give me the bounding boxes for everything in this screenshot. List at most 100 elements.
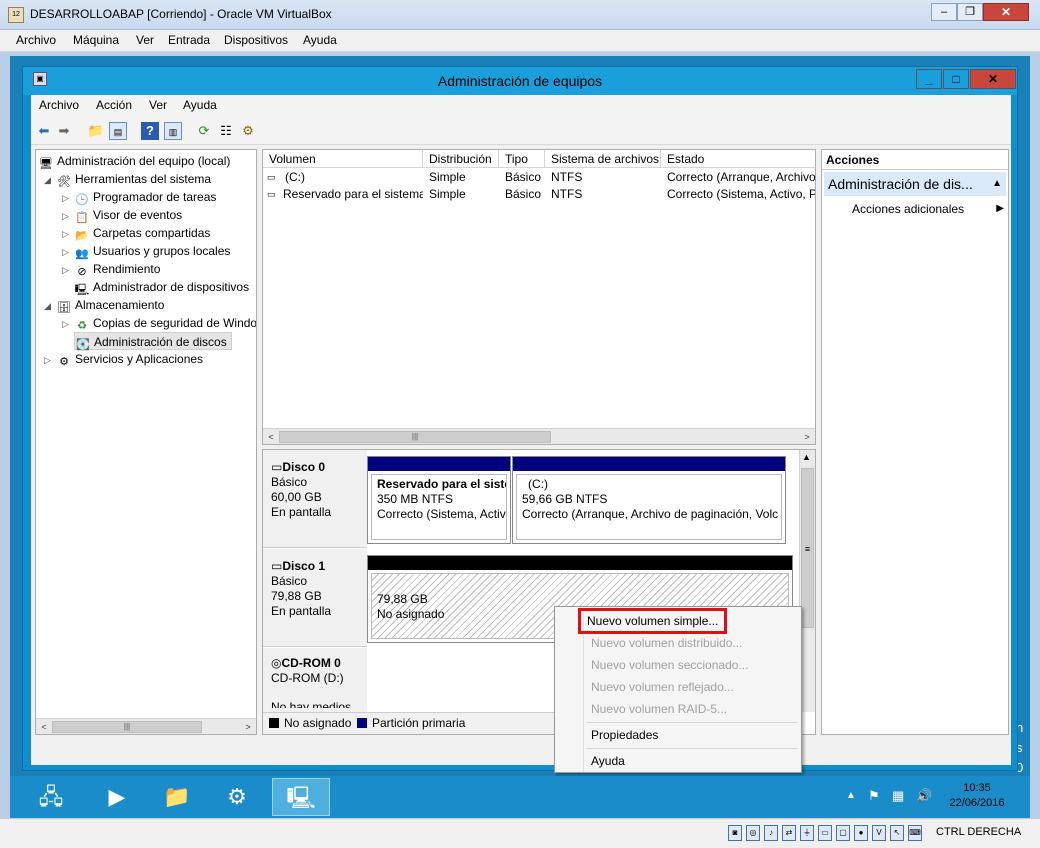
menu-item-new-spanned-volume[interactable]: Nuevo volumen distribuido... (591, 633, 742, 653)
back-arrow-icon[interactable]: ⬅ (35, 122, 53, 140)
volume-list-horizontal-scrollbar[interactable]: < ||| > (263, 428, 815, 444)
minimize-button[interactable]: ‒ (931, 3, 957, 21)
scroll-right-icon[interactable]: > (800, 430, 814, 444)
properties-icon[interactable]: ☷ (217, 122, 235, 140)
help-icon[interactable]: ? (141, 122, 159, 140)
vbox-menu-archivo[interactable]: Archivo (16, 33, 56, 47)
menu-item-new-mirrored-volume[interactable]: Nuevo volumen reflejado... (591, 677, 734, 697)
column-header-status[interactable]: Estado (661, 150, 815, 168)
tree-item-event-viewer[interactable]: ▷ 📋 Visor de eventos (62, 206, 182, 224)
hard-disk-status-icon[interactable]: ◙ (728, 825, 742, 841)
collapse-icon[interactable]: ◢ (44, 297, 56, 315)
scrollbar-thumb[interactable]: ||| (279, 431, 551, 443)
menu-item-properties[interactable]: Propiedades (591, 725, 658, 745)
tray-clock[interactable]: 10:35 22/06/2016 (942, 781, 1012, 811)
show-hide-tree-icon[interactable]: ▤ (109, 122, 127, 140)
scroll-up-icon[interactable]: ▲ (802, 452, 811, 462)
server-manager-icon[interactable]: 🖧 (22, 778, 80, 816)
scrollbar-thumb[interactable]: ||| (52, 721, 202, 733)
disk-0-label[interactable]: ▭Disco 0 Básico 60,00 GB En pantalla (263, 450, 367, 548)
collapse-icon[interactable]: ◢ (44, 171, 56, 189)
scroll-left-icon[interactable]: < (264, 430, 278, 444)
tree-item-performance[interactable]: ▷ ⊘ Rendimiento (62, 260, 160, 278)
menu-item-new-simple-volume[interactable]: Nuevo volumen simple... (577, 608, 728, 634)
tree-item-storage[interactable]: ◢ 🗄 Almacenamiento (44, 296, 164, 314)
cdrom-icon: ◎ (271, 656, 282, 670)
collapse-up-icon[interactable]: ▲ (992, 172, 1002, 196)
tree-item-backup[interactable]: ▷ ♻ Copias de seguridad de Windo (62, 314, 256, 333)
vbox-menu-entrada[interactable]: Entrada (168, 33, 210, 47)
column-header-volume[interactable]: Volumen (263, 150, 423, 168)
shared-folders-status-icon[interactable]: ▭ (818, 825, 832, 841)
network-status-icon[interactable]: ⇄ (782, 825, 796, 841)
menu-item-new-raid5-volume[interactable]: Nuevo volumen RAID-5... (591, 699, 727, 719)
partition-c-drive[interactable]: (C:) 59,66 GB NTFS Correcto (Arranque, A… (512, 456, 786, 544)
vbox-menu-dispositivos[interactable]: Dispositivos (224, 33, 288, 47)
app-menu-accion[interactable]: Acción (96, 98, 132, 112)
keyboard-status-icon[interactable]: ⌨ (908, 825, 922, 841)
tree-item-shared-folders[interactable]: ▷ 📂 Carpetas compartidas (62, 224, 210, 242)
menu-item-help[interactable]: Ayuda (591, 751, 625, 771)
tree-item-computer-management[interactable]: 🖥 Administración del equipo (local) (38, 152, 230, 170)
expand-icon[interactable]: ▷ (62, 243, 74, 261)
tray-expand-icon[interactable]: ▲ (846, 790, 856, 801)
column-header-type[interactable]: Tipo (499, 150, 545, 168)
actions-section-disk-management[interactable]: Administración de dis... ▲ (824, 172, 1006, 196)
up-folder-icon[interactable]: 📁 (87, 122, 105, 140)
vbox-menu-ayuda[interactable]: Ayuda (303, 33, 337, 47)
tree-item-system-tools[interactable]: ◢ 🛠 Herramientas del sistema (44, 170, 211, 188)
tray-flag-icon[interactable]: ⚑ (868, 788, 880, 804)
tree-item-device-manager[interactable]: 🖳 Administrador de dispositivos (74, 278, 249, 296)
expand-icon[interactable]: ▷ (44, 351, 56, 369)
app-close-button[interactable]: ✕ (970, 69, 1016, 89)
tray-volume-icon[interactable]: 🔊 (916, 788, 932, 804)
column-header-layout[interactable]: Distribución (423, 150, 499, 168)
optical-drive-status-icon[interactable]: ◎ (746, 825, 760, 841)
more-actions-item[interactable]: Acciones adicionales ▶ (852, 200, 1006, 218)
expand-icon[interactable]: ▷ (62, 261, 74, 279)
video-capture-status-icon[interactable]: ● (854, 825, 868, 841)
vbox-menu-maquina[interactable]: Máquina (73, 33, 119, 47)
expand-icon[interactable]: ▷ (62, 189, 74, 207)
virtualization-status-icon[interactable]: V (872, 825, 886, 841)
mouse-integration-status-icon[interactable]: ↖ (890, 825, 904, 841)
show-hide-action-pane-icon[interactable]: ▥ (164, 122, 182, 140)
partition-system-reserved[interactable]: Reservado para el sister 350 MB NTFS Cor… (367, 456, 511, 544)
powershell-icon[interactable]: ▶ (88, 778, 146, 816)
tray-network-icon[interactable]: ▦ (892, 788, 904, 804)
column-header-filesystem[interactable]: Sistema de archivos (545, 150, 661, 168)
app-menu-ayuda[interactable]: Ayuda (183, 98, 217, 112)
tree-item-users-groups[interactable]: ▷ 👥 Usuarios y grupos locales (62, 242, 230, 260)
forward-arrow-icon[interactable]: ➡ (55, 122, 73, 140)
app-toolbar: ⬅ ➡ 📁 ▤ ? ▥ ⟳ ☷ ⚙ (31, 117, 1011, 145)
control-panel-icon[interactable]: ⚙ (208, 778, 266, 816)
tree-horizontal-scrollbar[interactable]: < ||| > (36, 718, 256, 734)
scroll-right-icon[interactable]: > (241, 720, 255, 734)
file-explorer-icon[interactable]: 📁 (148, 778, 206, 816)
app-minimize-button[interactable]: _ (916, 69, 942, 89)
app-maximize-button[interactable]: □ (943, 69, 969, 89)
close-button[interactable]: ✕ (983, 3, 1029, 21)
computer-management-task-button[interactable]: 🖳 (272, 778, 330, 816)
tree-item-services-apps[interactable]: ▷ ⚙ Servicios y Aplicaciones (44, 350, 203, 368)
tree-item-task-scheduler[interactable]: ▷ 🕒 Programador de tareas (62, 188, 216, 206)
disk-1-label[interactable]: ▭Disco 1 Básico 79,88 GB En pantalla (263, 549, 367, 647)
tree-item-disk-management[interactable]: 💽 Administración de discos (74, 332, 232, 351)
vbox-menu-ver[interactable]: Ver (136, 33, 154, 47)
display-status-icon[interactable]: ▢ (836, 825, 850, 841)
audio-status-icon[interactable]: ♪ (764, 825, 778, 841)
usb-status-icon[interactable]: ⏚ (800, 825, 814, 841)
expand-icon[interactable]: ▷ (62, 207, 74, 225)
menu-item-new-striped-volume[interactable]: Nuevo volumen seccionado... (591, 655, 748, 675)
expand-icon[interactable]: ▷ (62, 225, 74, 243)
refresh-icon[interactable]: ⟳ (195, 122, 213, 140)
disk-icon: ▭ (271, 460, 283, 474)
restore-button[interactable]: ❐ (957, 3, 983, 21)
app-menu-ver[interactable]: Ver (149, 98, 167, 112)
app-menu-archivo[interactable]: Archivo (39, 98, 79, 112)
scrollbar-thumb[interactable]: ≡ (801, 468, 814, 628)
cdrom-label[interactable]: ◎CD-ROM 0 CD-ROM (D:) No hay medios (263, 648, 367, 718)
expand-icon[interactable]: ▷ (62, 315, 74, 333)
scroll-left-icon[interactable]: < (37, 720, 51, 734)
settings-icon[interactable]: ⚙ (239, 122, 257, 140)
